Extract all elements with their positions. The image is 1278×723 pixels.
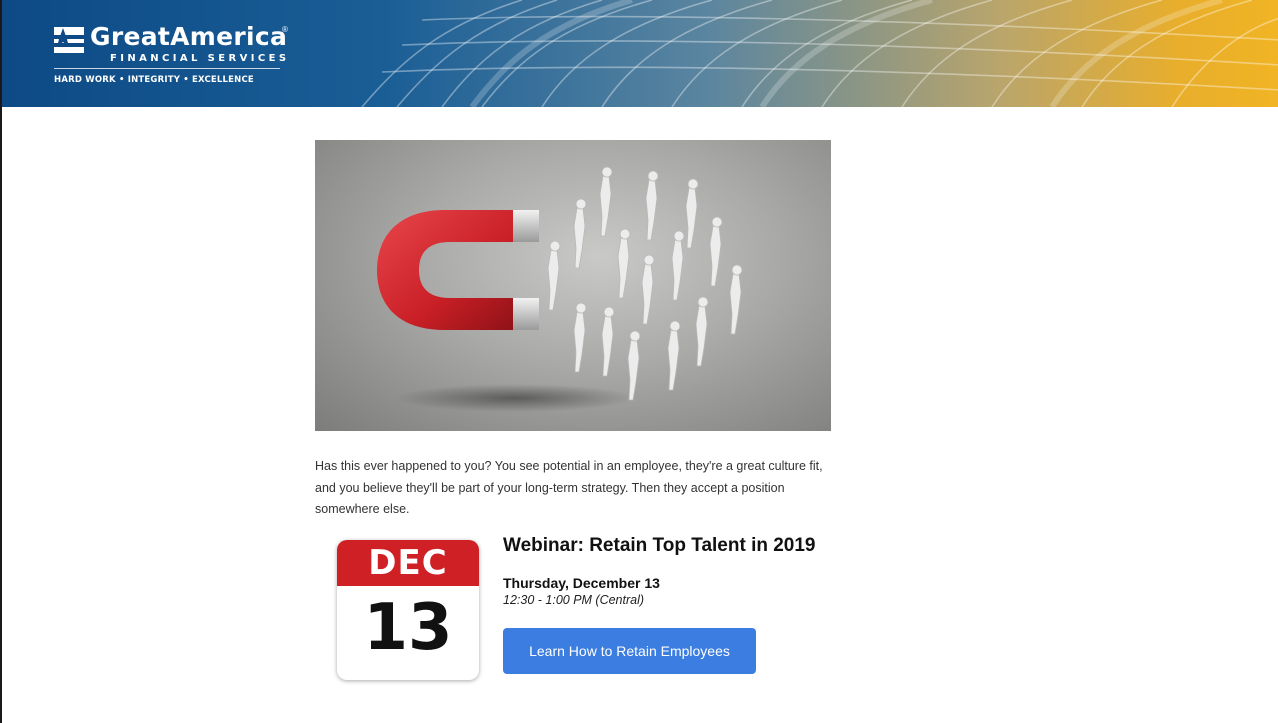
flag-star-icon xyxy=(54,27,84,53)
logo-divider xyxy=(54,68,280,69)
magnet-people-illustration xyxy=(377,166,743,412)
email-frame: GreatAmerica ® FINANCIAL SERVICES HARD W… xyxy=(0,0,1278,723)
learn-retain-employees-button[interactable]: Learn How to Retain Employees xyxy=(503,628,756,674)
calendar-month: DEC xyxy=(368,543,448,583)
intro-paragraph: Has this ever happened to you? You see p… xyxy=(315,459,823,516)
webinar-title: Webinar: Retain Top Talent in 2019 xyxy=(503,535,816,556)
event-date: Thursday, December 13 xyxy=(503,575,660,591)
hero-image xyxy=(315,140,831,431)
event-time: 12:30 - 1:00 PM (Central) xyxy=(503,593,645,607)
calendar-month-band: DEC xyxy=(337,540,479,586)
brand-logo[interactable]: GreatAmerica ® FINANCIAL SERVICES HARD W… xyxy=(54,22,294,92)
brand-name: GreatAmerica xyxy=(90,22,288,51)
brand-tagline: HARD WORK • INTEGRITY • EXCELLENCE xyxy=(54,75,254,85)
header-banner: GreatAmerica ® FINANCIAL SERVICES HARD W… xyxy=(2,0,1278,107)
brand-subtitle: FINANCIAL SERVICES xyxy=(110,53,290,64)
red-magnet-icon xyxy=(377,210,515,330)
registered-mark: ® xyxy=(282,25,288,34)
people-figures xyxy=(547,166,743,401)
calendar-day: 13 xyxy=(363,591,453,665)
calendar-icon: DEC 13 xyxy=(337,540,479,680)
